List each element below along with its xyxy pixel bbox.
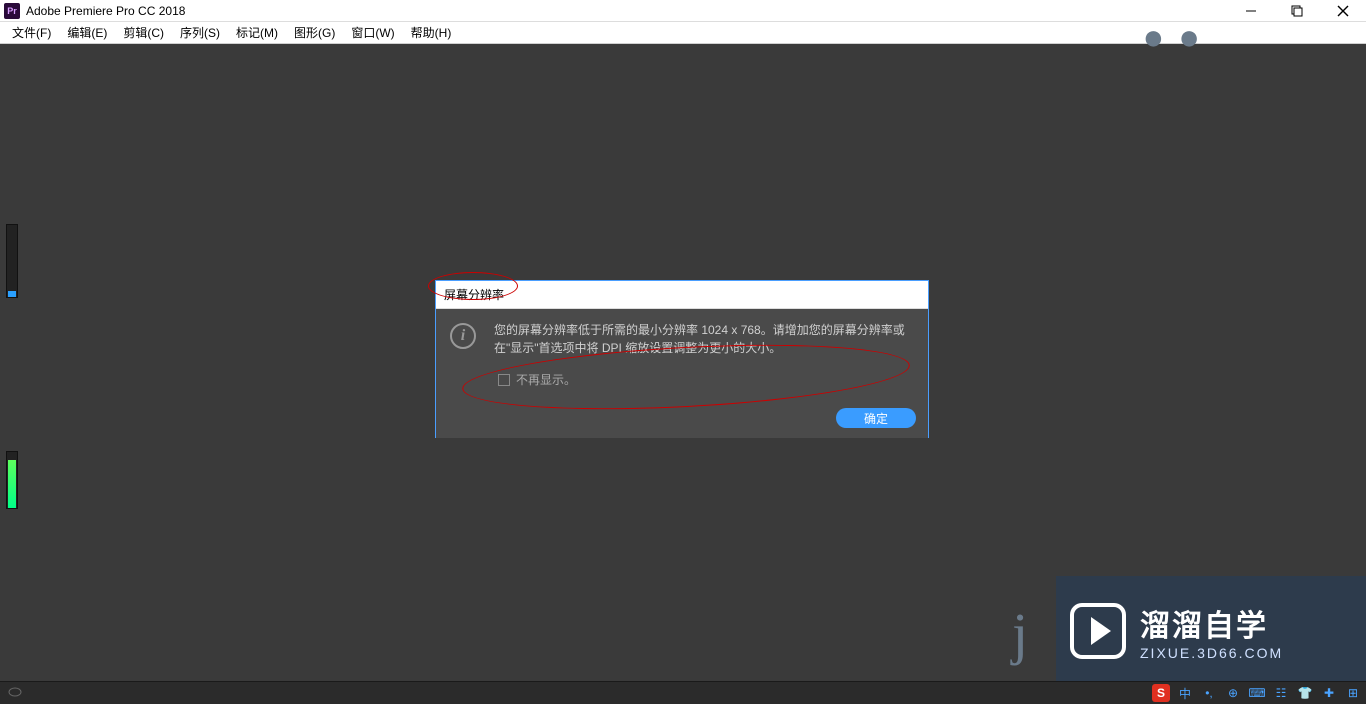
tray-punct-icon[interactable]: •, xyxy=(1200,684,1218,702)
checkbox-icon[interactable] xyxy=(498,374,510,386)
menu-edit[interactable]: 编辑(E) xyxy=(59,22,115,43)
tray-grid-icon[interactable]: ⊞ xyxy=(1344,684,1362,702)
minimize-icon xyxy=(1245,5,1257,17)
tray-skin-icon[interactable]: ☷ xyxy=(1272,684,1290,702)
app-icon: Pr xyxy=(4,3,20,19)
workspace: 屏幕分辨率 i 您的屏幕分辨率低于所需的最小分辨率 1024 x 768。请增加… xyxy=(0,44,1366,704)
statusbar: S 中 •, ⊕ ⌨ ☷ 👕 ✚ ⊞ xyxy=(0,681,1366,704)
menu-sequence[interactable]: 序列(S) xyxy=(172,22,228,43)
play-icon xyxy=(1070,603,1126,659)
watermark: j 溜溜自学 ZIXUE.3D66.COM xyxy=(1056,576,1366,686)
menu-marker[interactable]: 标记(M) xyxy=(228,22,286,43)
close-icon xyxy=(1337,5,1349,17)
window-controls xyxy=(1228,0,1366,22)
menu-graphics[interactable]: 图形(G) xyxy=(286,22,343,43)
dont-show-again[interactable]: 不再显示。 xyxy=(498,371,914,388)
tray-ime-icon[interactable]: S xyxy=(1152,684,1170,702)
watermark-line2: ZIXUE.3D66.COM xyxy=(1140,645,1283,661)
system-tray: S 中 •, ⊕ ⌨ ☷ 👕 ✚ ⊞ xyxy=(1152,684,1362,702)
menu-file[interactable]: 文件(F) xyxy=(4,22,59,43)
checkbox-label: 不再显示。 xyxy=(516,371,576,388)
ok-button[interactable]: 确定 xyxy=(836,408,916,428)
audio-meter-1 xyxy=(6,224,18,298)
watermark-decor-dots: ● ● xyxy=(1143,16,1203,576)
tray-toolbox-icon[interactable]: ✚ xyxy=(1320,684,1338,702)
status-left-icon xyxy=(0,687,22,700)
dialog-message: 您的屏幕分辨率低于所需的最小分辨率 1024 x 768。请增加您的屏幕分辨率或… xyxy=(494,321,914,357)
watermark-line1: 溜溜自学 xyxy=(1140,601,1283,645)
menu-clip[interactable]: 剪辑(C) xyxy=(115,22,172,43)
tray-shirt-icon[interactable]: 👕 xyxy=(1296,684,1314,702)
info-icon: i xyxy=(450,323,476,349)
maximize-button[interactable] xyxy=(1274,0,1320,22)
dialog-body: i 您的屏幕分辨率低于所需的最小分辨率 1024 x 768。请增加您的屏幕分辨… xyxy=(436,309,928,438)
minimize-button[interactable] xyxy=(1228,0,1274,22)
close-button[interactable] xyxy=(1320,0,1366,22)
watermark-decor-letter: j xyxy=(1012,600,1028,667)
menu-window[interactable]: 窗口(W) xyxy=(343,22,402,43)
maximize-icon xyxy=(1291,5,1303,17)
tray-keyboard-icon[interactable]: ⌨ xyxy=(1248,684,1266,702)
audio-meter-2 xyxy=(6,451,18,509)
dialog-title: 屏幕分辨率 xyxy=(436,281,928,309)
menu-help[interactable]: 帮助(H) xyxy=(403,22,460,43)
app-title: Adobe Premiere Pro CC 2018 xyxy=(24,4,185,18)
resolution-dialog: 屏幕分辨率 i 您的屏幕分辨率低于所需的最小分辨率 1024 x 768。请增加… xyxy=(435,280,929,438)
tray-lang-icon[interactable]: 中 xyxy=(1176,684,1194,702)
tray-emoji-icon[interactable]: ⊕ xyxy=(1224,684,1242,702)
